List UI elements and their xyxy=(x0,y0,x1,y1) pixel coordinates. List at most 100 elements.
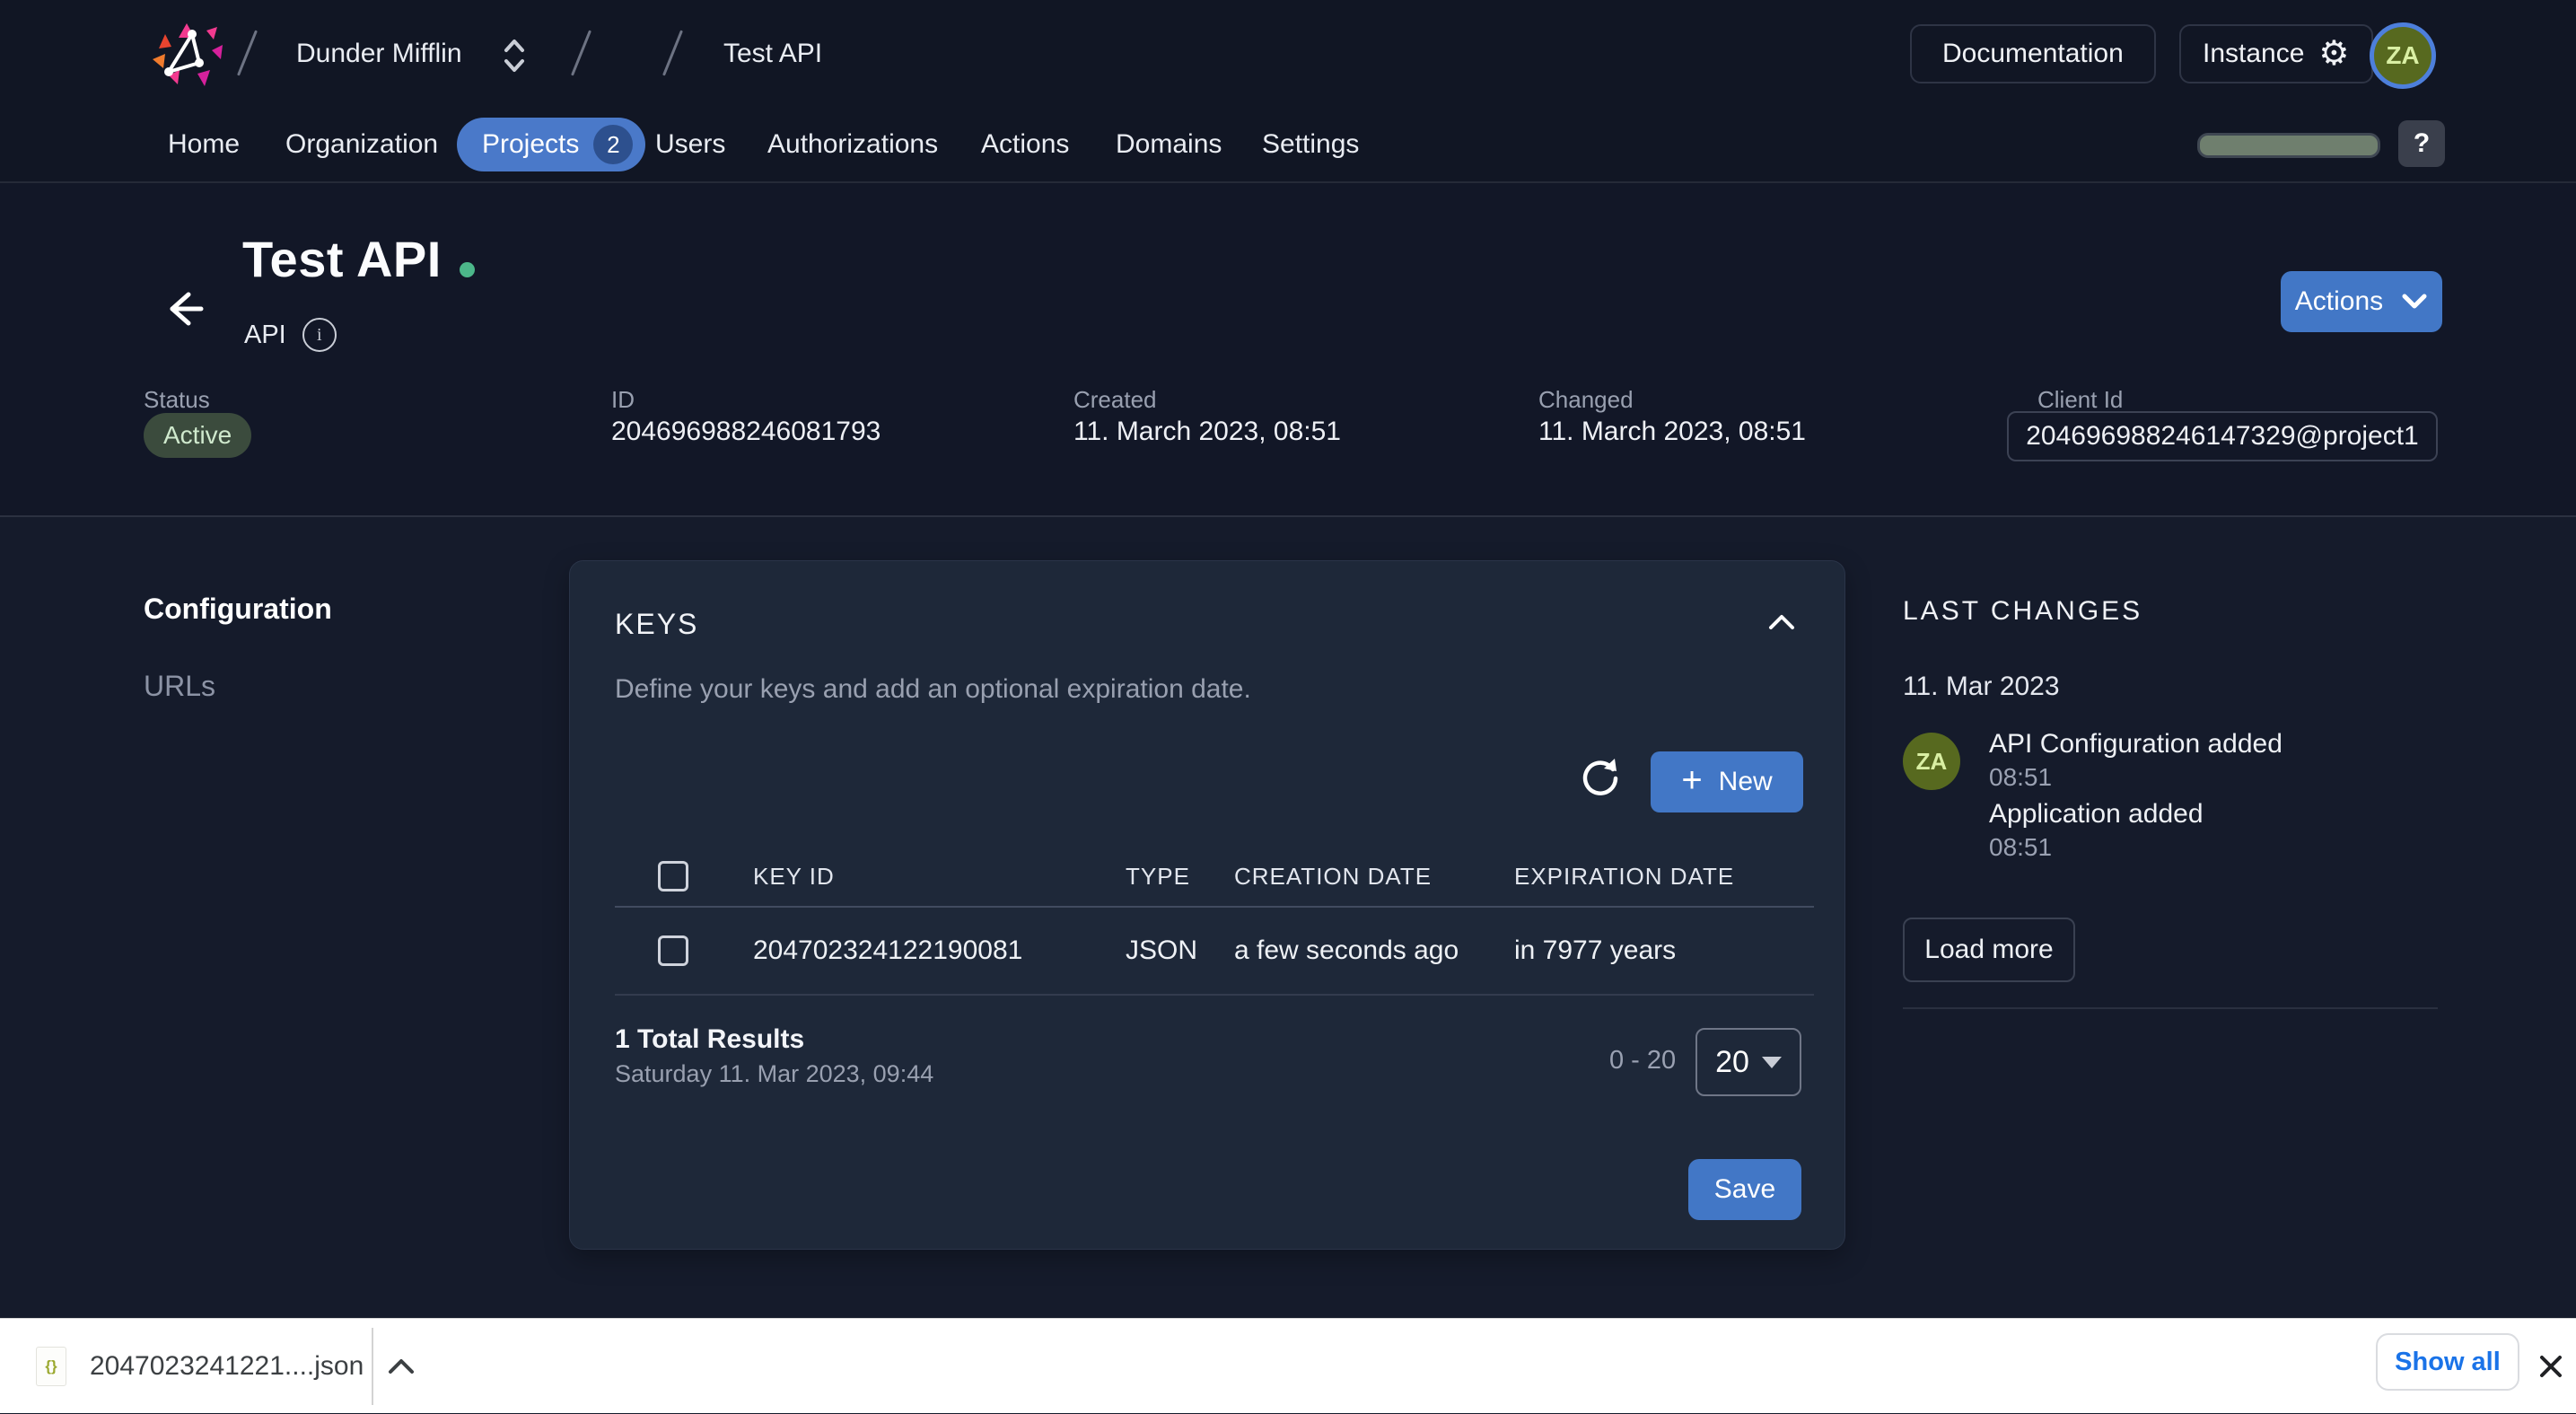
main-content: Configuration URLs KEYS Define your keys… xyxy=(0,517,2576,1318)
downloaded-file-name: 2047023241221....json xyxy=(90,1351,364,1382)
actions-label: Actions xyxy=(2295,286,2383,317)
status-dot xyxy=(460,262,475,277)
page-size-select[interactable]: 20 xyxy=(1695,1028,1801,1096)
page-header: Test API API i Actions Status Active ID … xyxy=(0,183,2576,517)
tab-domains[interactable]: Domains xyxy=(1116,108,1222,181)
change-entry-time: 08:51 xyxy=(1989,763,2052,792)
sidebar-item-configuration[interactable]: Configuration xyxy=(144,593,332,626)
status-label: Status xyxy=(144,386,210,414)
sidebar-item-urls[interactable]: URLs xyxy=(144,670,215,703)
tab-organization[interactable]: Organization xyxy=(285,108,438,181)
breadcrumb-slash xyxy=(237,30,258,75)
chevron-up-icon[interactable] xyxy=(387,1357,416,1375)
documentation-button[interactable]: Documentation xyxy=(1910,24,2156,83)
id-label: ID xyxy=(611,386,635,414)
changes-divider xyxy=(1903,1007,2438,1009)
shelf-divider xyxy=(372,1328,373,1405)
usage-quota-bar xyxy=(2197,133,2380,158)
gear-icon: ⚙ xyxy=(2318,37,2349,71)
row-checkbox[interactable] xyxy=(658,935,688,966)
actions-button[interactable]: Actions xyxy=(2281,271,2442,332)
load-more-label: Load more xyxy=(1924,935,2053,965)
new-key-button[interactable]: + New xyxy=(1651,751,1803,812)
total-results: 1 Total Results xyxy=(615,1024,804,1055)
col-creation-date: CREATION DATE xyxy=(1234,863,1514,891)
tab-authorizations[interactable]: Authorizations xyxy=(767,108,938,181)
keys-table-header: KEY ID TYPE CREATION DATE EXPIRATION DAT… xyxy=(615,847,1814,908)
keys-card: KEYS Define your keys and add an optiona… xyxy=(569,560,1845,1250)
col-expiration-date: EXPIRATION DATE xyxy=(1514,863,1814,891)
change-entry-label: API Configuration added xyxy=(1989,729,2282,760)
breadcrumb-project[interactable]: Test API xyxy=(723,0,822,108)
table-row[interactable]: 204702324122190081 JSON a few seconds ag… xyxy=(615,908,1814,996)
json-file-icon: {} xyxy=(36,1347,66,1386)
select-all-checkbox[interactable] xyxy=(658,861,688,891)
page-size-value: 20 xyxy=(1715,1045,1749,1080)
id-value: 204696988246081793 xyxy=(611,417,881,447)
breadcrumb-slash xyxy=(571,30,591,75)
chevron-down-icon xyxy=(2401,293,2428,311)
tab-projects[interactable]: Projects 2 xyxy=(457,118,645,171)
load-more-button[interactable]: Load more xyxy=(1903,918,2075,982)
col-type: TYPE xyxy=(1126,863,1234,891)
zitadel-logo-icon[interactable] xyxy=(142,11,232,97)
keys-card-title: KEYS xyxy=(615,608,698,641)
client-id-chip[interactable]: 204696988246147329@project1 xyxy=(2007,411,2438,461)
results-timestamp: Saturday 11. Mar 2023, 09:44 xyxy=(615,1060,933,1088)
select-arrow-icon xyxy=(1762,1057,1782,1068)
page-subtitle-row: API i xyxy=(244,318,337,352)
help-button[interactable]: ? xyxy=(2398,120,2445,167)
cell-creation-date: a few seconds ago xyxy=(1234,935,1514,966)
col-key-id: KEY ID xyxy=(753,863,1126,891)
tab-settings[interactable]: Settings xyxy=(1262,108,1359,181)
created-label: Created xyxy=(1073,386,1157,414)
tab-home[interactable]: Home xyxy=(168,108,240,181)
breadcrumb-org[interactable]: Dunder Mifflin xyxy=(296,0,462,108)
refresh-button[interactable] xyxy=(1577,753,1624,800)
org-nav: Home Organization Projects 2 Users Autho… xyxy=(0,108,2576,183)
new-key-label: New xyxy=(1719,767,1773,797)
page-title: Test API xyxy=(242,230,442,288)
client-id-label: Client Id xyxy=(2037,386,2123,414)
instance-button[interactable]: Instance ⚙ xyxy=(2179,24,2373,83)
download-shelf: {} 2047023241221....json Show all xyxy=(0,1318,2576,1413)
show-all-button[interactable]: Show all xyxy=(2376,1333,2519,1391)
pagination-range: 0 - 20 xyxy=(1609,1046,1676,1076)
avatar-initials: ZA xyxy=(2386,41,2419,70)
save-label: Save xyxy=(1714,1174,1775,1205)
change-entry-label: Application added xyxy=(1989,799,2204,830)
save-button[interactable]: Save xyxy=(1688,1159,1801,1220)
cell-key-id: 204702324122190081 xyxy=(753,935,1126,966)
collapse-chevron-up-icon[interactable] xyxy=(1766,611,1798,633)
cell-expiration-date: in 7977 years xyxy=(1514,935,1814,966)
org-switcher-icon[interactable] xyxy=(501,36,528,75)
tab-users[interactable]: Users xyxy=(655,108,725,181)
info-icon[interactable]: i xyxy=(302,318,337,352)
downloaded-file-chip[interactable]: {} 2047023241221....json xyxy=(36,1319,416,1414)
top-bar: Dunder Mifflin Test API Documentation In… xyxy=(0,0,2576,108)
cell-type: JSON xyxy=(1126,935,1234,966)
breadcrumb-slash xyxy=(662,30,683,75)
close-shelf-icon[interactable] xyxy=(2537,1352,2565,1381)
tab-actions[interactable]: Actions xyxy=(981,108,1069,181)
last-changes-panel: LAST CHANGES 11. Mar 2023 ZA API Configu… xyxy=(1903,517,2450,1318)
keys-table: KEY ID TYPE CREATION DATE EXPIRATION DAT… xyxy=(615,847,1814,996)
back-arrow-icon[interactable] xyxy=(158,284,208,334)
change-entry-time: 08:51 xyxy=(1989,833,2052,862)
keys-card-description: Define your keys and add an optional exp… xyxy=(615,674,1251,705)
projects-count-badge: 2 xyxy=(593,125,633,164)
tab-projects-label: Projects xyxy=(482,129,579,160)
created-value: 11. March 2023, 08:51 xyxy=(1073,417,1341,447)
last-changes-title: LAST CHANGES xyxy=(1903,596,2142,627)
status-badge: Active xyxy=(144,413,251,458)
user-avatar[interactable]: ZA xyxy=(2370,22,2436,89)
help-label: ? xyxy=(2414,128,2430,159)
show-all-label: Show all xyxy=(2395,1348,2501,1377)
changed-label: Changed xyxy=(1538,386,1634,414)
changes-avatar-initials: ZA xyxy=(1916,748,1948,776)
instance-label: Instance xyxy=(2203,39,2304,69)
refresh-icon xyxy=(1579,755,1622,798)
documentation-label: Documentation xyxy=(1942,39,2124,69)
changes-avatar: ZA xyxy=(1903,733,1960,790)
changes-date: 11. Mar 2023 xyxy=(1903,672,2060,702)
